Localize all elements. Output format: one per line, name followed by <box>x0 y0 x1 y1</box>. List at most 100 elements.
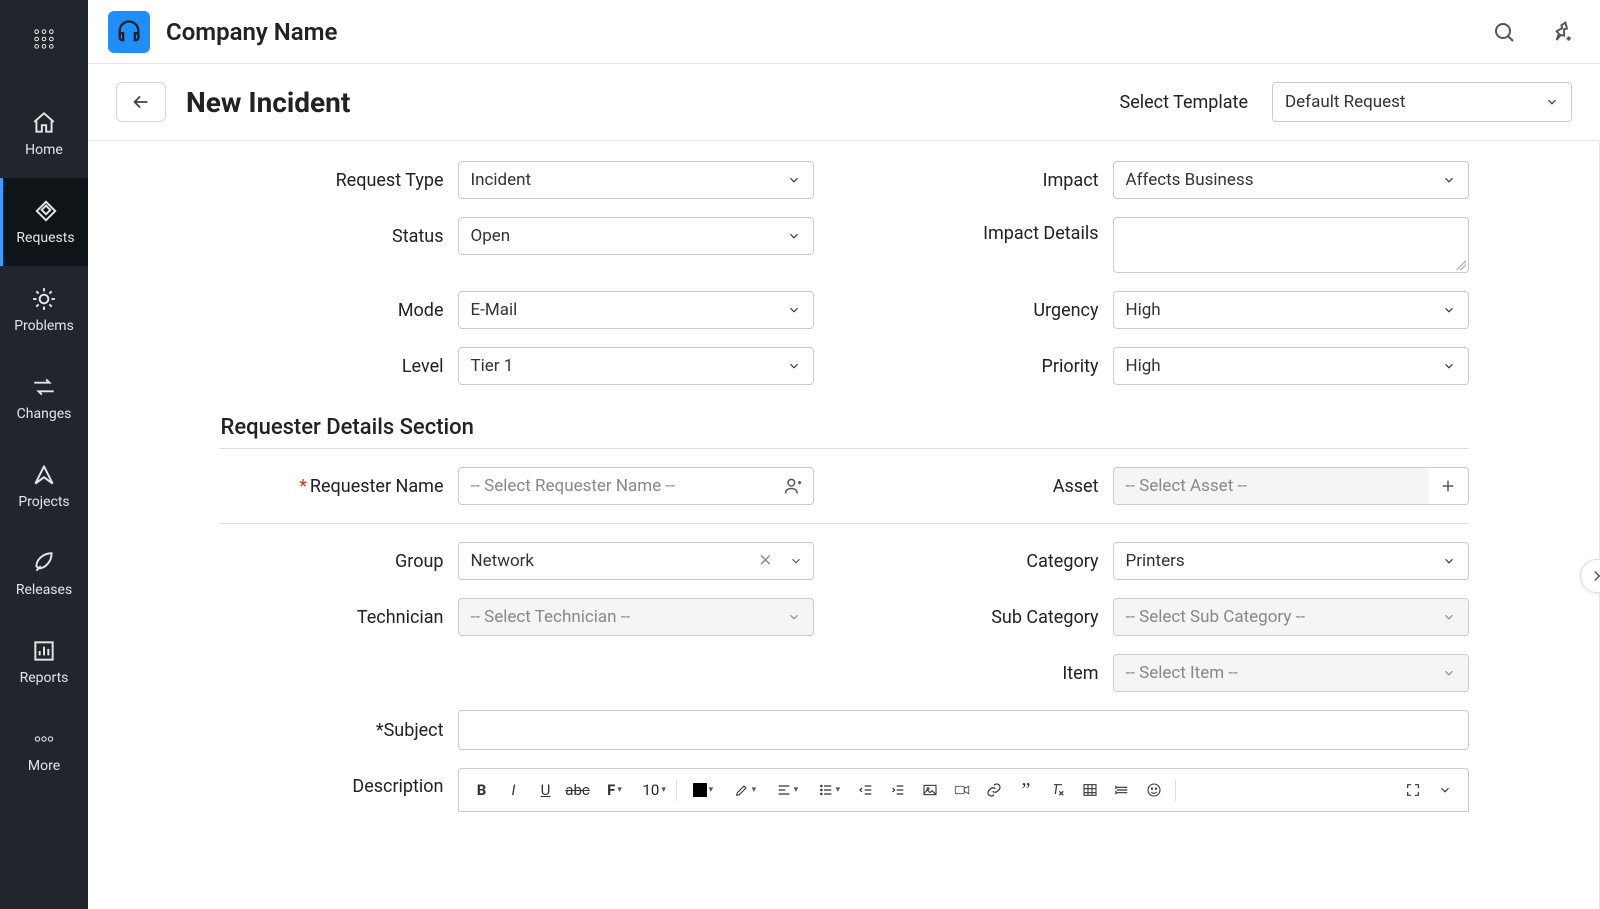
chevron-down-icon <box>787 229 801 243</box>
chevron-down-icon <box>1545 95 1559 109</box>
sidebar-item-requests[interactable]: Requests <box>0 178 88 266</box>
template-select[interactable]: Default Request <box>1272 82 1572 122</box>
chevron-down-icon <box>1442 610 1456 624</box>
divider <box>219 448 1469 449</box>
indent-button[interactable] <box>883 775 913 805</box>
impact-details-textarea[interactable] <box>1113 217 1469 273</box>
clear-format-button[interactable] <box>1043 775 1073 805</box>
strikethrough-button[interactable]: abc <box>563 775 593 805</box>
italic-button[interactable]: I <box>499 775 529 805</box>
group-label: Group <box>219 551 444 572</box>
level-label: Level <box>219 356 444 377</box>
group-select[interactable]: Network ✕ <box>458 542 814 580</box>
description-label: Description <box>219 768 444 797</box>
priority-select[interactable]: High <box>1113 347 1469 385</box>
chevron-down-icon <box>787 303 801 317</box>
sidebar-item-changes[interactable]: Changes <box>0 354 88 442</box>
chevron-down-icon <box>1442 303 1456 317</box>
technician-select[interactable]: -- Select Technician -- <box>458 598 814 636</box>
mode-label: Mode <box>219 300 444 321</box>
chevron-down-icon <box>787 610 801 624</box>
mode-select[interactable]: E-Mail <box>458 291 814 329</box>
level-select[interactable]: Tier 1 <box>458 347 814 385</box>
chevron-down-icon <box>1442 666 1456 680</box>
font-size-select[interactable]: 10▾ <box>637 775 670 805</box>
requester-name-select[interactable]: -- Select Requester Name -- <box>458 467 774 505</box>
chevron-down-icon <box>787 359 801 373</box>
sidebar-item-label: Changes <box>17 406 72 422</box>
back-button[interactable] <box>116 82 166 122</box>
highlight-color-button[interactable]: ▾ <box>725 775 765 805</box>
clear-group-button[interactable]: ✕ <box>752 551 778 571</box>
quote-button[interactable]: ” <box>1011 775 1041 805</box>
hr-button[interactable] <box>1107 775 1137 805</box>
sidebar-item-label: More <box>28 758 60 774</box>
asset-select[interactable]: -- Select Asset -- <box>1113 467 1429 505</box>
search-icon[interactable] <box>1484 12 1524 52</box>
status-select[interactable]: Open <box>458 217 814 255</box>
subject-input[interactable] <box>458 710 1469 750</box>
image-button[interactable] <box>915 775 945 805</box>
chevron-down-icon <box>1442 173 1456 187</box>
requester-name-label: *Requester Name <box>219 476 444 497</box>
urgency-label: Urgency <box>874 300 1099 321</box>
item-label: Item <box>874 663 1099 684</box>
sub-category-label: Sub Category <box>874 607 1099 628</box>
list-button[interactable]: ▾ <box>809 775 849 805</box>
divider <box>219 523 1469 524</box>
collapse-toolbar-button[interactable] <box>1430 775 1460 805</box>
link-button[interactable] <box>979 775 1009 805</box>
asset-label: Asset <box>874 476 1099 497</box>
sidebar-item-label: Home <box>25 142 63 158</box>
bold-button[interactable]: B <box>467 775 497 805</box>
sidebar-item-label: Projects <box>18 494 69 510</box>
priority-label: Priority <box>874 356 1099 377</box>
page-title: New Incident <box>186 86 350 119</box>
company-name: Company Name <box>166 18 337 46</box>
topbar: Company Name <box>88 0 1600 64</box>
rich-text-toolbar: B I U abc F▾ 10▾ ▾ ▾ <box>458 768 1469 812</box>
text-color-button[interactable]: ▾ <box>683 775 723 805</box>
add-asset-button[interactable] <box>1429 467 1469 505</box>
requester-section-title: Requester Details Section <box>221 415 1469 440</box>
table-button[interactable] <box>1075 775 1105 805</box>
align-button[interactable]: ▾ <box>767 775 807 805</box>
fullscreen-button[interactable] <box>1398 775 1428 805</box>
emoji-button[interactable] <box>1139 775 1169 805</box>
video-button[interactable] <box>947 775 977 805</box>
sidebar-item-problems[interactable]: Problems <box>0 266 88 354</box>
apps-grid-icon[interactable] <box>25 20 63 62</box>
page-header: New Incident Select Template Default Req… <box>88 64 1600 141</box>
chevron-down-icon <box>779 554 813 568</box>
sidebar-item-more[interactable]: More <box>0 706 88 794</box>
underline-button[interactable]: U <box>531 775 561 805</box>
impact-select[interactable]: Affects Business <box>1113 161 1469 199</box>
status-label: Status <box>219 226 444 247</box>
subject-label: *Subject <box>219 720 444 741</box>
impact-details-label: Impact Details <box>874 217 1099 244</box>
template-label: Select Template <box>1120 92 1249 113</box>
sidebar-item-projects[interactable]: Projects <box>0 442 88 530</box>
item-select[interactable]: -- Select Item -- <box>1113 654 1469 692</box>
outdent-button[interactable] <box>851 775 881 805</box>
urgency-select[interactable]: High <box>1113 291 1469 329</box>
impact-label: Impact <box>874 170 1099 191</box>
template-value: Default Request <box>1285 92 1406 112</box>
sidebar-item-home[interactable]: Home <box>0 90 88 178</box>
add-requester-button[interactable] <box>774 467 814 505</box>
sidebar-item-releases[interactable]: Releases <box>0 530 88 618</box>
sidebar-item-label: Releases <box>16 582 72 598</box>
category-label: Category <box>874 551 1099 572</box>
pin-add-icon[interactable] <box>1540 12 1580 52</box>
chevron-down-icon <box>1442 359 1456 373</box>
sidebar-item-label: Requests <box>16 230 74 246</box>
sub-category-select[interactable]: -- Select Sub Category -- <box>1113 598 1469 636</box>
sidebar-item-label: Reports <box>20 670 69 686</box>
sidebar-item-reports[interactable]: Reports <box>0 618 88 706</box>
sidebar-item-label: Problems <box>14 318 74 334</box>
font-family-button[interactable]: F▾ <box>595 775 635 805</box>
request-type-select[interactable]: Incident <box>458 161 814 199</box>
company-logo <box>108 11 150 53</box>
request-type-label: Request Type <box>219 170 444 191</box>
category-select[interactable]: Printers <box>1113 542 1469 580</box>
